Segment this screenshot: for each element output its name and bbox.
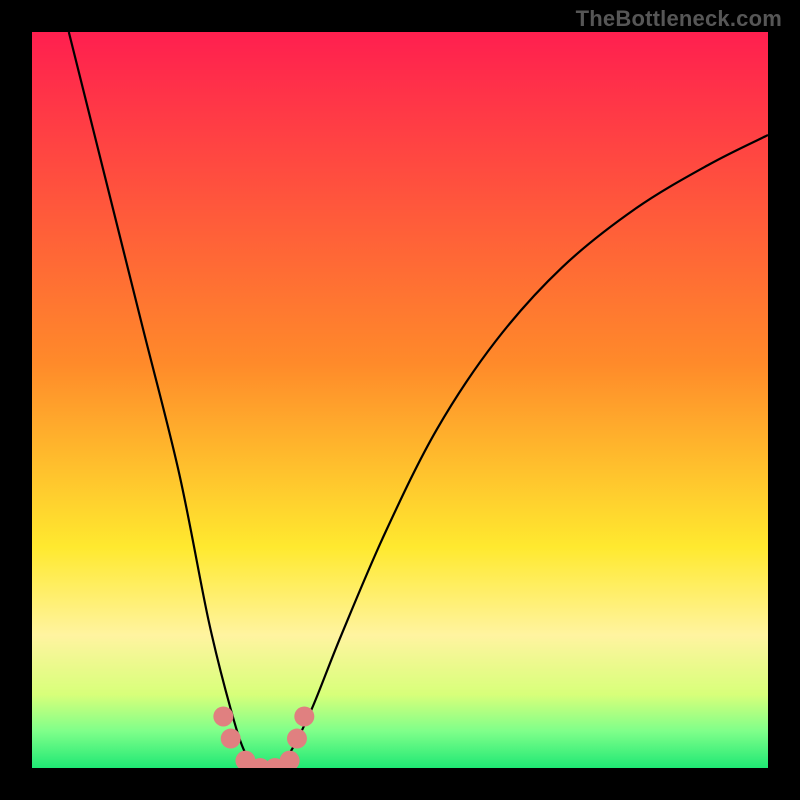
highlight-marker [294, 706, 314, 726]
watermark-text: TheBottleneck.com [576, 6, 782, 32]
bottleneck-curve [32, 32, 768, 768]
highlight-marker [221, 729, 241, 749]
highlight-marker [213, 706, 233, 726]
plot-area [32, 32, 768, 768]
highlight-marker [287, 729, 307, 749]
chart-frame: TheBottleneck.com [0, 0, 800, 800]
highlight-marker [280, 751, 300, 768]
